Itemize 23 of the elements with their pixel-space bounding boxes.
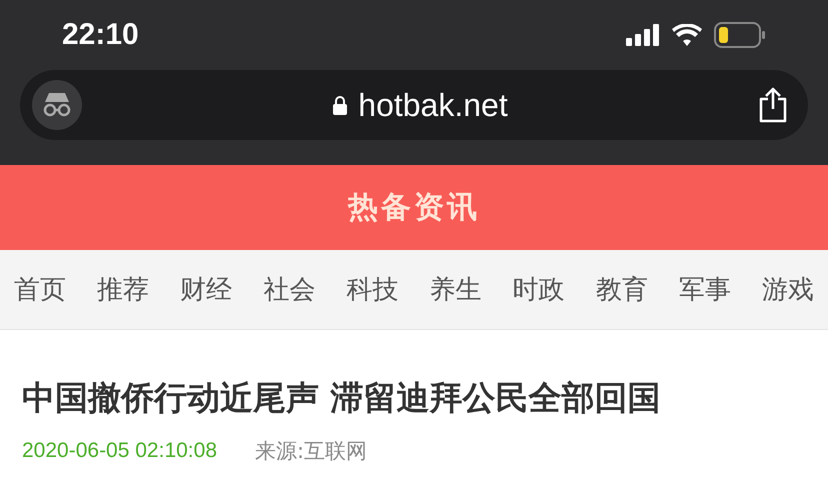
lock-icon (332, 95, 348, 115)
address-bar[interactable]: hotbak.net (20, 70, 808, 140)
nav-tab[interactable]: 科技 (346, 272, 398, 307)
site-title: 热备资讯 (348, 189, 480, 227)
nav-tab[interactable]: 教育 (596, 272, 648, 307)
share-icon[interactable] (758, 87, 788, 123)
wifi-icon (672, 24, 702, 46)
nav-tab[interactable]: 养生 (430, 272, 482, 307)
nav-tab[interactable]: 推荐 (97, 272, 150, 307)
nav-tab[interactable]: 首页 (14, 272, 66, 307)
nav-tab[interactable]: 时政 (512, 272, 565, 307)
nav-tab[interactable]: 社会 (263, 272, 316, 307)
status-time: 22:10 (62, 18, 139, 52)
article-title: 中国撤侨行动近尾声 滞留迪拜公民全部回国 (22, 377, 662, 419)
nav-tab[interactable]: 财经 (180, 272, 232, 307)
article-source: 来源:互联网 (255, 438, 368, 465)
url-text[interactable]: hotbak.net (358, 86, 508, 124)
incognito-icon[interactable] (32, 80, 82, 130)
nav-tab[interactable]: 游戏 (762, 272, 814, 307)
nav-tab[interactable]: 军事 (678, 272, 731, 307)
signal-icon (626, 24, 660, 46)
publish-date: 2020-06-05 02:10:08 (22, 439, 217, 463)
battery-icon (714, 22, 766, 48)
